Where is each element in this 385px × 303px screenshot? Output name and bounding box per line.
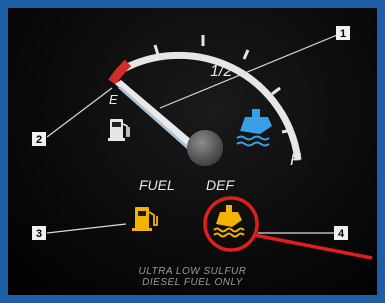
def-label: DEF — [206, 177, 235, 193]
callout-4: 4 — [334, 226, 348, 240]
callout-2: 2 — [32, 132, 46, 146]
def-pump-icon — [236, 109, 272, 147]
empty-red-zone — [108, 59, 132, 85]
half-label: 1/2 — [210, 63, 232, 80]
svg-text:4: 4 — [338, 228, 345, 240]
callout-leaders — [46, 32, 343, 234]
fuel-pump-icon — [108, 119, 130, 141]
callout-1: 1 — [336, 26, 350, 40]
screenshot-frame: 1/2 F E FUEL DEF 1 2 3 4 ULTRA LOW SULFU… — [0, 0, 385, 303]
fuel-label: FUEL — [139, 177, 175, 193]
fuel-gauge: 1/2 F E FUEL DEF 1 2 3 4 — [32, 26, 373, 260]
empty-label: E — [109, 92, 118, 107]
highlight-pointer — [253, 233, 373, 260]
full-label: F — [290, 150, 302, 169]
gauge-ticks — [153, 35, 293, 134]
callout-3: 3 — [32, 226, 46, 240]
fuel-warning-icon — [132, 207, 158, 231]
svg-text:2: 2 — [36, 134, 42, 146]
svg-text:3: 3 — [36, 228, 42, 240]
fuel-notice-line2: DIESEL FUEL ONLY — [142, 277, 243, 288]
fuel-notice-line1: ULTRA LOW SULFUR — [138, 266, 247, 277]
svg-text:1: 1 — [340, 28, 346, 40]
def-warning-icon — [213, 205, 245, 238]
